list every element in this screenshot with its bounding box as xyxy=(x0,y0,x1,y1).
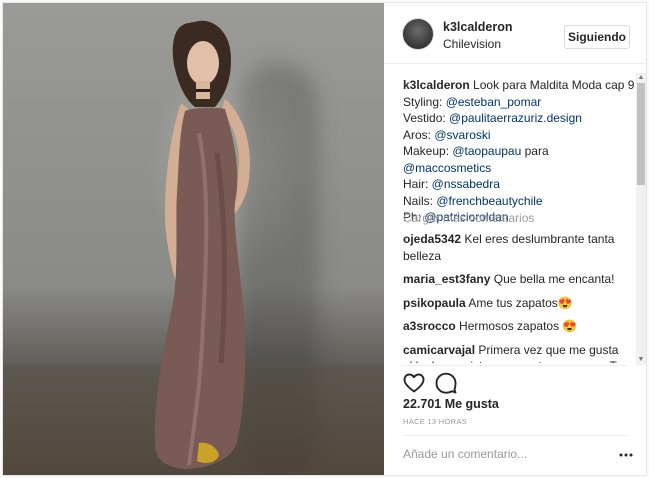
heart-icon[interactable] xyxy=(402,371,426,395)
location[interactable]: Chilevision xyxy=(443,37,501,51)
more-options-icon[interactable] xyxy=(618,448,634,462)
mention-link[interactable]: @svaroski xyxy=(434,128,490,142)
scroll-down-arrow-icon[interactable]: ▼ xyxy=(636,355,646,365)
comment-username[interactable]: a3srocco xyxy=(403,319,456,333)
caption-label: Aros: xyxy=(403,127,435,142)
caption-label: Hair: xyxy=(403,177,432,191)
comment-icon[interactable] xyxy=(434,371,458,395)
comment-list: ojeda5342 Kel eres deslumbrante tanta be… xyxy=(403,231,631,363)
mention-link[interactable]: @frenchbeautychile xyxy=(436,194,542,208)
following-button[interactable]: Siguiendo xyxy=(564,25,630,49)
post-caption: k3lcalderon Look para Maldita Moda cap 9… xyxy=(403,77,635,226)
comments-scrollbar[interactable]: ▲ ▼ xyxy=(636,73,646,365)
caption-text: Look para Maldita Moda cap 9 xyxy=(473,78,635,92)
comment-username[interactable]: ojeda5342 xyxy=(403,232,461,246)
comment-username[interactable]: camicarvajal xyxy=(403,343,475,357)
caption-line: Makeup: @taopaupau para xyxy=(403,143,633,160)
mention-link[interactable]: @nssabedra xyxy=(432,177,500,191)
divider xyxy=(402,365,628,366)
caption-line: Aros: @svaroski xyxy=(403,127,633,144)
comment: maria_est3fany Que bella me encanta! xyxy=(403,271,631,288)
caption-label: Makeup: xyxy=(403,144,453,158)
comment-username[interactable]: maria_est3fany xyxy=(403,272,490,286)
scrollbar-thumb[interactable] xyxy=(637,83,645,185)
post-timestamp: HACE 13 HORAS xyxy=(403,417,467,426)
caption-label: Vestido: xyxy=(403,111,450,125)
comment: a3srocco Hermosos zapatos 😍 xyxy=(403,318,631,335)
post-sidebar: k3lcalderon Chilevision Siguiendo k3lcal… xyxy=(384,3,646,475)
comment-text: Que bella me encanta! xyxy=(493,272,615,286)
comment-text: Hermosos zapatos 😍 xyxy=(459,319,578,333)
likes-count[interactable]: 22.701 Me gusta xyxy=(403,397,499,411)
mention-link[interactable]: @paulitaerrazuriz.design xyxy=(449,111,582,125)
divider xyxy=(402,435,628,436)
add-comment-input[interactable] xyxy=(403,447,593,461)
comment-username[interactable]: psikopaula xyxy=(403,296,466,310)
avatar[interactable] xyxy=(402,18,434,50)
comment: psikopaula Ame tus zapatos😍 xyxy=(403,295,631,312)
comments-panel: k3lcalderon Look para Maldita Moda cap 9… xyxy=(384,73,646,363)
woman-figure xyxy=(154,20,250,470)
instagram-post: k3lcalderon Chilevision Siguiendo k3lcal… xyxy=(2,2,647,476)
caption-line: Hair: @nssabedra xyxy=(403,176,633,193)
load-more-comments-link[interactable]: Cargar más comentarios xyxy=(403,211,534,225)
caption-label: Nails: xyxy=(403,193,437,208)
caption-label: Styling: xyxy=(403,94,446,109)
comment: camicarvajal Primera vez que me gusta el… xyxy=(403,342,631,364)
caption-username[interactable]: k3lcalderon xyxy=(403,78,470,92)
scroll-up-arrow-icon[interactable]: ▲ xyxy=(636,73,646,83)
caption-line: Styling: @esteban_pomar xyxy=(403,94,633,111)
caption-line: Nails: @frenchbeautychile xyxy=(403,193,633,210)
caption-suffix: para xyxy=(521,144,549,158)
comment-text: Ame tus zapatos😍 xyxy=(468,295,573,310)
caption-line: k3lcalderon Look para Maldita Moda cap 9 xyxy=(403,77,635,94)
post-photo xyxy=(3,3,384,475)
username[interactable]: k3lcalderon xyxy=(443,20,512,34)
mention-link[interactable]: @maccosmetics xyxy=(403,161,491,175)
caption-line: Vestido: @paulitaerrazuriz.design xyxy=(403,110,633,127)
mention-link[interactable]: @taopaupau xyxy=(452,144,521,158)
post-header: k3lcalderon Chilevision Siguiendo xyxy=(384,3,646,64)
comment: ojeda5342 Kel eres deslumbrante tanta be… xyxy=(403,231,631,264)
caption-line: @maccosmetics xyxy=(403,160,633,177)
mention-link[interactable]: @esteban_pomar xyxy=(446,95,542,109)
